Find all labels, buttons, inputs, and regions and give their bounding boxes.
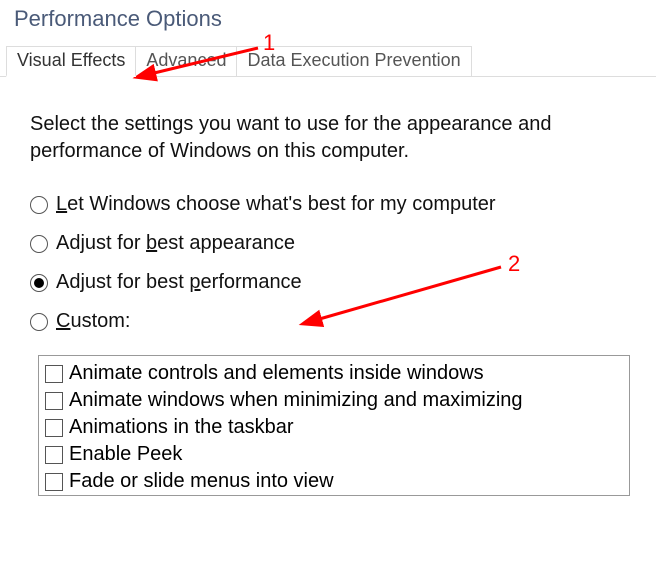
tab-dep[interactable]: Data Execution Prevention	[236, 46, 471, 76]
radio-group: Let Windows choose what's best for my co…	[30, 193, 630, 333]
window-title: Performance Options	[0, 0, 656, 46]
tab-visual-effects[interactable]: Visual Effects	[6, 46, 136, 77]
checkbox[interactable]	[45, 446, 63, 464]
effect-label: Enable Peek	[69, 443, 182, 466]
tab-bar: Visual Effects Advanced Data Execution P…	[0, 46, 656, 77]
radio-label: Let Windows choose what's best for my co…	[56, 193, 496, 216]
tab-content: Select the settings you want to use for …	[0, 77, 656, 496]
radio-let-windows[interactable]	[30, 196, 48, 214]
radio-custom[interactable]	[30, 313, 48, 331]
effect-label: Animations in the taskbar	[69, 416, 294, 439]
effect-label: Animate windows when minimizing and maxi…	[69, 389, 523, 412]
list-item[interactable]: Animate windows when minimizing and maxi…	[45, 387, 623, 414]
list-item[interactable]: Fade or slide menus into view	[45, 468, 623, 495]
checkbox[interactable]	[45, 392, 63, 410]
radio-row-best-appearance[interactable]: Adjust for best appearance	[30, 232, 630, 255]
checkbox[interactable]	[45, 419, 63, 437]
radio-row-custom[interactable]: Custom:	[30, 310, 630, 333]
checkbox[interactable]	[45, 473, 63, 491]
radio-row-best-performance[interactable]: Adjust for best performance	[30, 271, 630, 294]
list-item[interactable]: Animate controls and elements inside win…	[45, 360, 623, 387]
list-item[interactable]: Animations in the taskbar	[45, 414, 623, 441]
effects-listbox[interactable]: Animate controls and elements inside win…	[38, 355, 630, 496]
radio-label: Custom:	[56, 310, 130, 333]
performance-options-window: Performance Options Visual Effects Advan…	[0, 0, 656, 558]
checkbox[interactable]	[45, 365, 63, 383]
radio-best-appearance[interactable]	[30, 235, 48, 253]
list-item[interactable]: Enable Peek	[45, 441, 623, 468]
radio-label: Adjust for best appearance	[56, 232, 295, 255]
radio-best-performance[interactable]	[30, 274, 48, 292]
radio-row-let-windows[interactable]: Let Windows choose what's best for my co…	[30, 193, 630, 216]
radio-label: Adjust for best performance	[56, 271, 302, 294]
intro-text: Select the settings you want to use for …	[30, 111, 630, 165]
effect-label: Animate controls and elements inside win…	[69, 362, 484, 385]
effect-label: Fade or slide menus into view	[69, 470, 334, 493]
tab-advanced[interactable]: Advanced	[135, 46, 237, 76]
